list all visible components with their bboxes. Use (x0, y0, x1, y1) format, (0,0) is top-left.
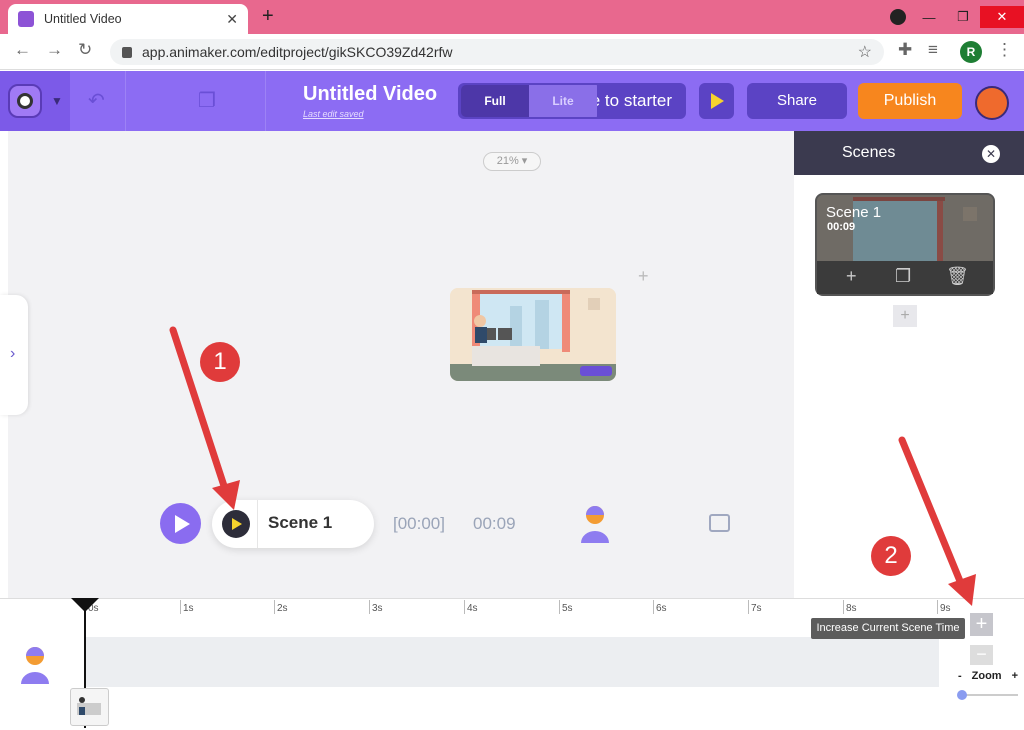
share-button[interactable]: Share (747, 83, 847, 119)
increase-scene-time-tooltip: Increase Current Scene Time (811, 618, 965, 639)
back-icon[interactable]: ← (14, 40, 31, 60)
header-divider (125, 71, 126, 131)
animaker-logo-icon[interactable] (8, 84, 42, 118)
url-field[interactable]: app.animaker.com/editproject/gikSKCO39Zd… (110, 39, 884, 65)
decrease-scene-time-button[interactable]: − (970, 645, 993, 665)
browser-tab[interactable]: Untitled Video ✕ (8, 4, 248, 34)
character-track-icon[interactable] (20, 646, 50, 686)
profile-avatar[interactable]: R (960, 41, 982, 63)
timeline-zoom: - Zoom + (958, 670, 1018, 682)
character-icon[interactable] (580, 505, 610, 545)
video-preview-icon[interactable] (709, 514, 730, 532)
chevron-right-icon: › (10, 345, 16, 362)
scene-start-time: [00:00] (393, 514, 445, 533)
left-panel-expand-tab[interactable]: › (0, 295, 28, 415)
play-icon (711, 93, 724, 109)
timeline-tick (464, 600, 465, 614)
timeline-tick-label: 7s (751, 603, 762, 614)
timeline-tick-label: 2s (277, 603, 288, 614)
mode-toggle: Full Lite (461, 85, 601, 117)
header-divider (265, 71, 266, 131)
extensions-icon[interactable]: ✚ (898, 40, 912, 60)
zoom-label: Zoom (971, 670, 1002, 682)
media-controls-icon[interactable]: ≡ (928, 40, 938, 60)
zoom-slider[interactable] (960, 694, 1018, 696)
forward-icon[interactable]: → (46, 40, 63, 60)
mode-full-tab[interactable]: Full (461, 85, 529, 117)
pill-divider (257, 500, 258, 548)
scene-card-time: 00:09 (827, 221, 856, 233)
zoom-slider-handle[interactable] (957, 690, 967, 700)
timeline-tick-label: 9s (940, 603, 951, 614)
mode-lite-tab[interactable]: Lite (529, 85, 597, 117)
timeline-tick-label: 3s (372, 603, 383, 614)
timeline-tick (937, 600, 938, 614)
timeline-tick (559, 600, 560, 614)
duplicate-scene-icon[interactable]: ❐ (895, 266, 911, 287)
increase-scene-time-button[interactable]: + (970, 613, 993, 636)
duplicate-icon[interactable]: ❐ (198, 88, 216, 113)
timeline-clip-thumbnail[interactable] (70, 688, 109, 726)
preview-play-button[interactable] (699, 83, 734, 119)
timeline-tick-label: 6s (656, 603, 667, 614)
browser-tab-title: Untitled Video (44, 12, 122, 26)
scene-preview-thumbnail[interactable] (450, 288, 616, 381)
play-scene-button[interactable] (222, 510, 250, 538)
animaker-favicon-icon (18, 11, 34, 27)
timeline-tick (274, 600, 275, 614)
play-all-button[interactable] (160, 503, 201, 544)
publish-button[interactable]: Publish (858, 83, 962, 119)
browser-menu-icon[interactable]: ⋮ (996, 40, 1013, 60)
timeline-tick (369, 600, 370, 614)
add-scene-icon[interactable]: + (846, 266, 857, 287)
current-scene-label: Scene 1 (268, 513, 333, 532)
timeline-tick-label: 1s (183, 603, 194, 614)
timeline-track[interactable] (85, 637, 939, 687)
media-profile-icon[interactable] (890, 9, 906, 25)
minimize-icon[interactable]: — (912, 10, 946, 25)
user-avatar[interactable] (975, 86, 1009, 120)
window-controls: — ❐ ✕ (912, 0, 1024, 34)
annotation-badge-1: 1 (200, 342, 240, 382)
new-tab-button[interactable]: + (262, 5, 274, 28)
annotation-badge-2: 2 (871, 536, 911, 576)
url-text: app.animaker.com/editproject/gikSKCO39Zd… (142, 44, 453, 60)
scene-duration: 00:09 (473, 514, 516, 533)
window-close-icon[interactable]: ✕ (980, 6, 1024, 28)
zoom-in-button[interactable]: + (1012, 670, 1018, 682)
add-new-scene-button[interactable]: + (893, 305, 917, 327)
video-title[interactable]: Untitled Video (303, 83, 437, 106)
office-scene-illustration (450, 288, 616, 381)
logo-chevron-down-icon[interactable]: ▼ (51, 94, 63, 108)
scene-card-title: Scene 1 (826, 204, 882, 221)
timeline-tick (180, 600, 181, 614)
canvas-zoom-dropdown[interactable]: 21% ▾ (483, 152, 541, 171)
undo-icon[interactable]: ↶ (88, 88, 105, 113)
add-plus-icon[interactable]: + (638, 266, 649, 287)
timeline-tick (748, 600, 749, 614)
lock-icon (122, 46, 132, 58)
bookmark-star-icon[interactable]: ☆ (858, 42, 872, 62)
delete-scene-icon[interactable]: 🗑 (946, 266, 969, 287)
play-icon (175, 515, 190, 533)
timeline-tick-label: 8s (846, 603, 857, 614)
timeline-tick (653, 600, 654, 614)
tab-close-icon[interactable]: ✕ (226, 11, 238, 28)
scenes-close-icon[interactable]: ✕ (982, 145, 1000, 163)
reload-icon[interactable]: ↻ (78, 40, 92, 60)
clip-preview (77, 697, 101, 715)
zoom-out-button[interactable]: - (958, 670, 962, 682)
timeline-tick-label: 4s (467, 603, 478, 614)
last-saved-link[interactable]: Last edit saved (303, 109, 364, 119)
restore-icon[interactable]: ❐ (946, 9, 980, 25)
timeline-tick-label: 5s (562, 603, 573, 614)
playhead-handle-icon[interactable] (71, 598, 99, 612)
timeline-tick (843, 600, 844, 614)
play-icon (232, 518, 242, 530)
